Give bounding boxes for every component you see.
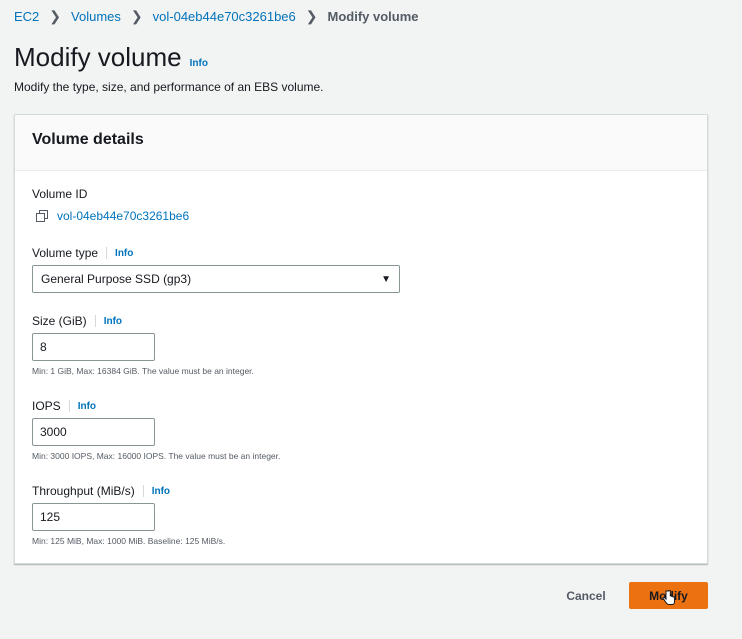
page-header: Modify volume Info — [14, 42, 208, 73]
breadcrumb-volumes[interactable]: Volumes — [71, 9, 121, 24]
iops-input-value: 3000 — [40, 425, 67, 439]
volume-details-panel: Volume details Volume ID vol-04eb44e70c3… — [14, 114, 708, 564]
chevron-right-icon: ❯ — [49, 8, 62, 24]
divider — [106, 247, 108, 259]
size-info-link[interactable]: Info — [104, 316, 122, 327]
size-input[interactable]: 8 — [32, 333, 155, 361]
throughput-hint: Min: 125 MiB, Max: 1000 MiB. Baseline: 1… — [32, 536, 226, 546]
volume-type-select[interactable]: General Purpose SSD (gp3) ▼ — [32, 265, 400, 293]
volume-id-label: Volume ID — [32, 187, 87, 201]
page-info-link[interactable]: Info — [190, 58, 208, 69]
throughput-label-text: Throughput (MiB/s) — [32, 484, 135, 498]
breadcrumb: EC2 ❯ Volumes ❯ vol-04eb44e70c3261be6 ❯ … — [14, 8, 419, 25]
volume-id-label-text: Volume ID — [32, 187, 88, 201]
breadcrumb-volume-id[interactable]: vol-04eb44e70c3261be6 — [153, 9, 296, 24]
size-label: Size (GiB) Info — [32, 314, 122, 328]
throughput-input[interactable]: 125 — [32, 503, 155, 531]
volume-type-label: Volume type Info — [32, 246, 133, 260]
iops-input[interactable]: 3000 — [32, 418, 155, 446]
throughput-label: Throughput (MiB/s) Info — [32, 484, 170, 498]
divider — [68, 400, 70, 412]
divider — [142, 485, 144, 497]
volume-type-value: General Purpose SSD (gp3) — [41, 272, 192, 286]
panel-header: Volume details — [15, 115, 707, 171]
throughput-info-link[interactable]: Info — [152, 486, 170, 497]
copy-icon[interactable] — [36, 209, 49, 223]
caret-down-icon: ▼ — [381, 273, 391, 285]
volume-id-link[interactable]: vol-04eb44e70c3261be6 — [57, 209, 189, 223]
cancel-button[interactable]: Cancel — [560, 584, 612, 608]
iops-label: IOPS Info — [32, 399, 96, 413]
divider — [94, 315, 96, 327]
iops-label-text: IOPS — [32, 399, 61, 413]
size-input-value: 8 — [40, 340, 47, 354]
size-label-text: Size (GiB) — [32, 314, 87, 328]
page-title: Modify volume — [14, 42, 182, 72]
throughput-input-value: 125 — [40, 510, 61, 524]
breadcrumb-ec2[interactable]: EC2 — [14, 9, 39, 24]
volume-id-row: vol-04eb44e70c3261be6 — [36, 209, 189, 223]
breadcrumb-current: Modify volume — [327, 9, 419, 24]
iops-info-link[interactable]: Info — [78, 401, 96, 412]
size-hint: Min: 1 GiB, Max: 16384 GiB. The value mu… — [32, 366, 254, 376]
panel-title: Volume details — [32, 131, 144, 148]
iops-hint: Min: 3000 IOPS, Max: 16000 IOPS. The val… — [32, 451, 281, 461]
chevron-right-icon: ❯ — [130, 8, 143, 24]
page-description: Modify the type, size, and performance o… — [14, 80, 324, 94]
volume-type-label-text: Volume type — [32, 246, 99, 260]
chevron-right-icon: ❯ — [305, 8, 318, 24]
hand-pointer-cursor-icon — [662, 590, 675, 605]
volume-type-info-link[interactable]: Info — [115, 248, 133, 259]
